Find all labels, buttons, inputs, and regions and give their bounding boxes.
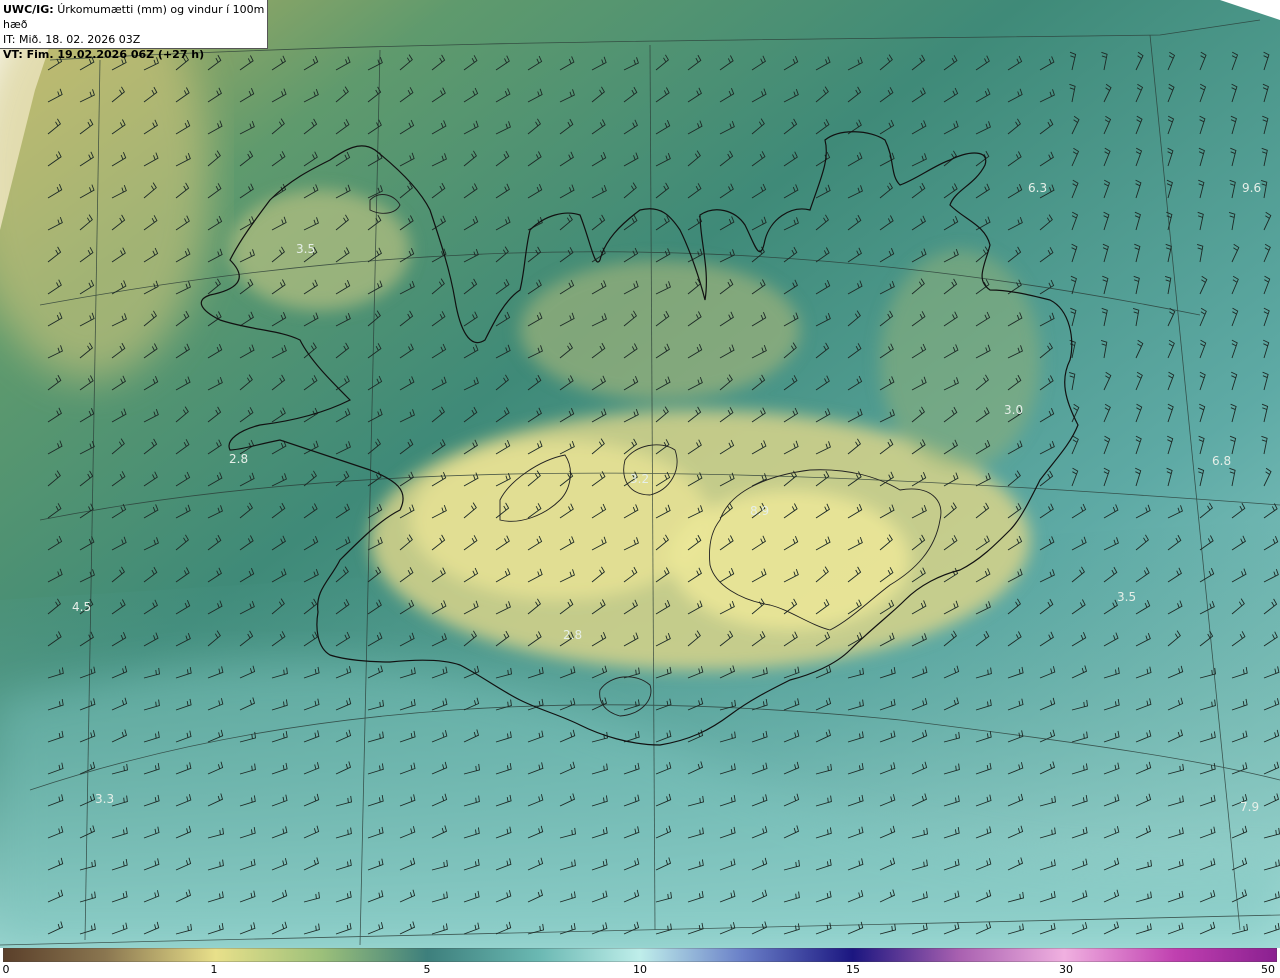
- colorbar-tick: 15: [846, 963, 860, 976]
- colorbar-strip: [3, 948, 1277, 962]
- map-label: 3.0: [1004, 403, 1023, 417]
- colorbar-tick: 10: [633, 963, 647, 976]
- map-header: UWC/IG: Úrkomumætti (mm) og vindur í 100…: [0, 0, 268, 61]
- map-label: 7.9: [1240, 800, 1259, 814]
- map-label: 3.2: [630, 472, 649, 486]
- colorbar-tick: 30: [1059, 963, 1073, 976]
- map-canvas: 3.5 2.8 4.5 3.3 6.3 9.6 3.0 6.8 3.5 7.9 …: [0, 0, 1280, 948]
- map-label: 3.5: [1117, 590, 1136, 604]
- map-label: 6.3: [1028, 181, 1047, 195]
- colorbar-tick: 5: [423, 963, 431, 976]
- colorbar-tick: 50: [1261, 963, 1275, 976]
- product-code: UWC/IG:: [3, 3, 54, 16]
- valid-time: VT: Fim. 19.02.2026 06Z (+27 h): [3, 48, 205, 61]
- map-label: 8.9: [750, 504, 769, 518]
- map-label: 2.8: [563, 628, 582, 642]
- colorbar: 0 1 5 10 15 30 50: [0, 948, 1280, 978]
- map-label: 3.5: [296, 242, 315, 256]
- map-label: 3.3: [95, 792, 114, 806]
- map-label: 2.8: [229, 452, 248, 466]
- map-label: 6.8: [1212, 454, 1231, 468]
- map-label: 9.6: [1242, 181, 1261, 195]
- colorbar-tick: 0: [2, 963, 10, 976]
- map-label: 4.5: [72, 600, 91, 614]
- init-time: IT: Mið. 18. 02. 2026 03Z: [3, 33, 141, 46]
- colorbar-tick: 1: [210, 963, 218, 976]
- forecast-map: 3.5 2.8 4.5 3.3 6.3 9.6 3.0 6.8 3.5 7.9 …: [0, 0, 1280, 948]
